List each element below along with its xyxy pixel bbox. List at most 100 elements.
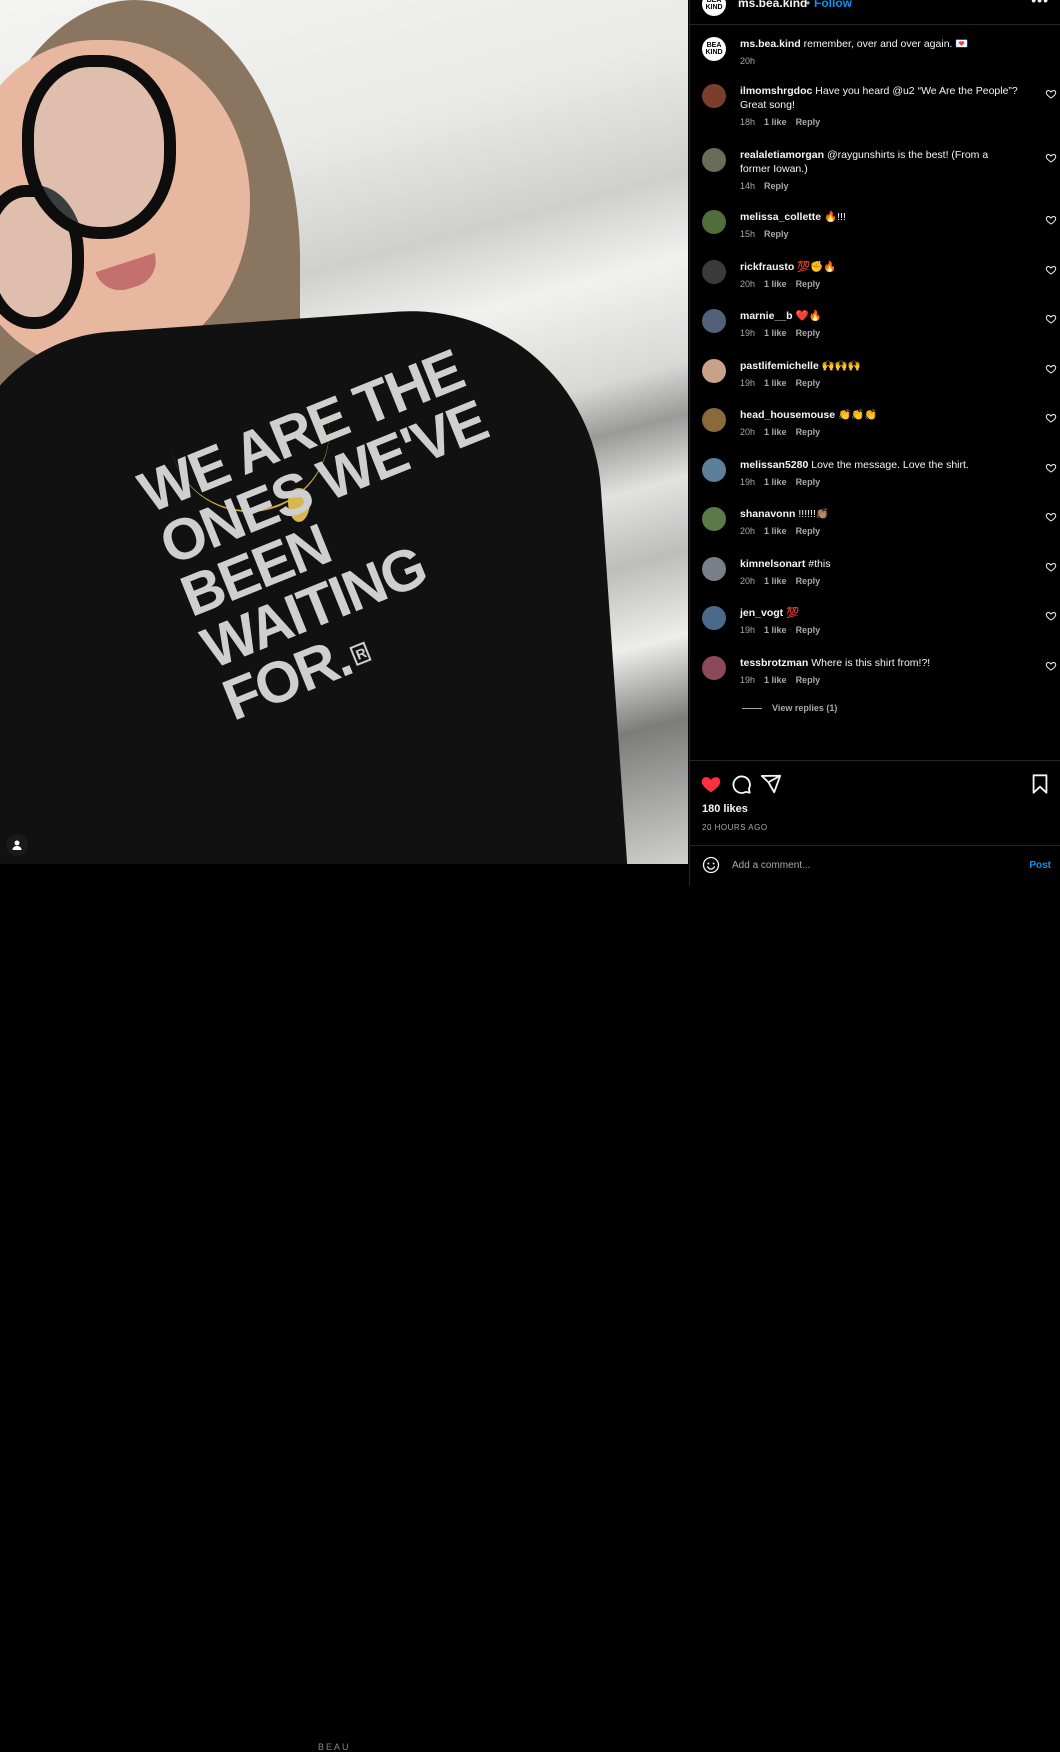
- commenter-avatar[interactable]: [702, 260, 726, 284]
- comment-like-count[interactable]: 1 like: [764, 378, 787, 388]
- commenter-username[interactable]: melissan5280: [740, 459, 808, 471]
- comment-body: 💯: [786, 607, 800, 619]
- comment-like-heart-icon[interactable]: [1045, 511, 1057, 523]
- commenter-avatar[interactable]: [702, 606, 726, 630]
- comment-like-heart-icon[interactable]: [1045, 660, 1057, 672]
- commenter-username[interactable]: pastlifemichelle: [740, 360, 819, 372]
- post-photo[interactable]: WE ARE THE ONES WE'VE BEEN WAITING FOR.R: [0, 0, 688, 864]
- commenter-avatar[interactable]: [702, 507, 726, 531]
- comment-text: jen_vogt 💯: [740, 606, 1020, 620]
- reply-button[interactable]: Reply: [796, 675, 821, 685]
- comment-like-count[interactable]: 1 like: [764, 427, 787, 437]
- follow-button[interactable]: Follow: [814, 0, 852, 10]
- more-options-icon[interactable]: •••: [1031, 0, 1049, 8]
- comment-like-heart-icon[interactable]: [1045, 412, 1057, 424]
- comment-like-count[interactable]: 1 like: [764, 576, 787, 586]
- reply-button[interactable]: Reply: [764, 229, 789, 239]
- comment-text: pastlifemichelle 🙌🙌🙌: [740, 359, 1020, 373]
- caption-avatar[interactable]: BEA KIND: [702, 37, 726, 61]
- reply-button[interactable]: Reply: [796, 576, 821, 586]
- comment-like-count[interactable]: 1 like: [764, 328, 787, 338]
- commenter-username[interactable]: jen_vogt: [740, 607, 783, 619]
- comment-like-count[interactable]: 1 like: [764, 477, 787, 487]
- commenter-avatar[interactable]: [702, 557, 726, 581]
- comment-icon[interactable]: [730, 773, 752, 795]
- commenter-username[interactable]: head_housemouse: [740, 409, 835, 421]
- commenter-username[interactable]: tessbrotzman: [740, 657, 808, 669]
- share-icon[interactable]: [760, 773, 782, 795]
- commenter-avatar[interactable]: [702, 148, 726, 172]
- comment-like-heart-icon[interactable]: [1045, 264, 1057, 276]
- comment-like-count[interactable]: 1 like: [764, 526, 787, 536]
- comment-time: 19h: [740, 675, 756, 685]
- view-replies-button[interactable]: View replies (1): [742, 703, 837, 713]
- save-bookmark-icon[interactable]: [1029, 773, 1051, 795]
- commenter-avatar[interactable]: [702, 84, 726, 108]
- commenter-username[interactable]: shanavonn: [740, 508, 795, 520]
- reply-button[interactable]: Reply: [796, 477, 821, 487]
- comment-like-heart-icon[interactable]: [1045, 363, 1057, 375]
- post-comment-button[interactable]: Post: [1029, 860, 1051, 871]
- comment-body: Where is this shirt from!?!: [811, 657, 931, 669]
- comment-time: 14h: [740, 181, 756, 191]
- reply-button[interactable]: Reply: [764, 181, 789, 191]
- like-heart-icon[interactable]: [700, 773, 722, 795]
- emoji-icon[interactable]: [702, 856, 720, 874]
- reply-button[interactable]: Reply: [796, 117, 821, 127]
- comment-text: realaletiamorgan @raygunshirts is the be…: [740, 148, 1020, 176]
- comment-text: head_housemouse 👏👏👏: [740, 408, 1020, 422]
- comment-time: 18h: [740, 117, 756, 127]
- caption-meta: 20h: [740, 56, 764, 66]
- add-comment-bar: Add a comment... Post: [690, 845, 1060, 887]
- comment-meta: 20h 1 like Reply: [740, 576, 829, 586]
- commenter-username[interactable]: ilmomshrgdoc: [740, 85, 812, 97]
- comment-time: 20h: [740, 427, 756, 437]
- comment-body: !!!!!!👏🏽: [798, 508, 829, 520]
- commenter-avatar[interactable]: [702, 458, 726, 482]
- comment-text: kimnelsonart #this: [740, 557, 1020, 571]
- commenter-username[interactable]: rickfrausto: [740, 261, 794, 273]
- comment-meta: 19h 1 like Reply: [740, 378, 829, 388]
- post-header: BEA KIND ms.bea.kind • Follow •••: [690, 0, 1060, 25]
- comment-time: 19h: [740, 328, 756, 338]
- caption-username[interactable]: ms.bea.kind: [740, 38, 801, 50]
- likes-count[interactable]: 180 likes: [702, 803, 748, 815]
- commenter-username[interactable]: kimnelsonart: [740, 558, 805, 570]
- reply-button[interactable]: Reply: [796, 378, 821, 388]
- comment-input[interactable]: Add a comment...: [732, 860, 810, 871]
- author-avatar[interactable]: BEA KIND: [702, 0, 726, 16]
- commenter-username[interactable]: realaletiamorgan: [740, 149, 824, 161]
- reply-button[interactable]: Reply: [796, 526, 821, 536]
- comment-like-count[interactable]: 1 like: [764, 625, 787, 635]
- comment-like-heart-icon[interactable]: [1045, 561, 1057, 573]
- author-username[interactable]: ms.bea.kind: [738, 0, 807, 10]
- comment-like-count[interactable]: 1 like: [764, 279, 787, 289]
- commenter-username[interactable]: melissa_collette: [740, 211, 821, 223]
- commenter-avatar[interactable]: [702, 656, 726, 680]
- comment-body: 🙌🙌🙌: [821, 360, 861, 372]
- reply-button[interactable]: Reply: [796, 279, 821, 289]
- commenter-username[interactable]: marnie__b: [740, 310, 793, 322]
- reply-button[interactable]: Reply: [796, 427, 821, 437]
- comment-like-heart-icon[interactable]: [1045, 88, 1057, 100]
- comment-meta: 14h Reply: [740, 181, 798, 191]
- comment-like-heart-icon[interactable]: [1045, 152, 1057, 164]
- comment-like-count[interactable]: 1 like: [764, 117, 787, 127]
- commenter-avatar[interactable]: [702, 408, 726, 432]
- reply-button[interactable]: Reply: [796, 625, 821, 635]
- comment-like-heart-icon[interactable]: [1045, 610, 1057, 622]
- comment-like-heart-icon[interactable]: [1045, 214, 1057, 226]
- replies-divider: [742, 708, 762, 710]
- reply-button[interactable]: Reply: [796, 328, 821, 338]
- comment-time: 20h: [740, 526, 756, 536]
- comment-like-heart-icon[interactable]: [1045, 462, 1057, 474]
- comment-meta: 18h 1 like Reply: [740, 117, 829, 127]
- comment-meta: 20h 1 like Reply: [740, 427, 829, 437]
- post-actions: 180 likes 20 HOURS AGO: [690, 760, 1060, 845]
- comment-like-count[interactable]: 1 like: [764, 675, 787, 685]
- commenter-avatar[interactable]: [702, 359, 726, 383]
- comment-like-heart-icon[interactable]: [1045, 313, 1057, 325]
- tagged-user-icon[interactable]: [6, 834, 28, 856]
- commenter-avatar[interactable]: [702, 210, 726, 234]
- commenter-avatar[interactable]: [702, 309, 726, 333]
